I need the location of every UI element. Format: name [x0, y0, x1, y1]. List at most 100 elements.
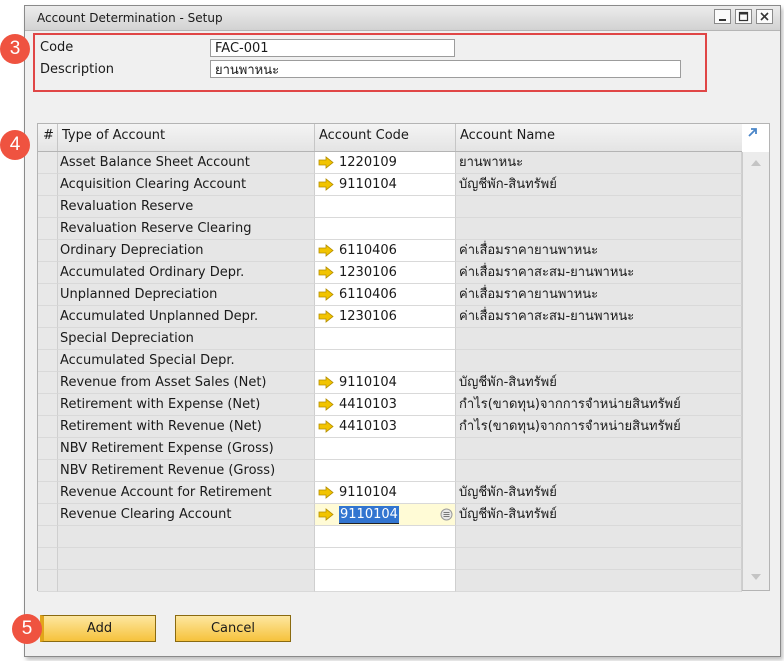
- row-number-cell[interactable]: [38, 438, 58, 460]
- type-of-account-cell: [58, 570, 315, 592]
- account-code-value[interactable]: 9110104: [339, 506, 399, 524]
- link-arrow-icon[interactable]: [318, 398, 334, 411]
- cancel-button[interactable]: Cancel: [175, 615, 291, 642]
- account-code-value: 9110104: [339, 375, 397, 390]
- type-of-account-cell: Accumulated Unplanned Depr.: [58, 306, 315, 328]
- minimize-button[interactable]: [714, 9, 731, 24]
- row-number-cell[interactable]: [38, 570, 58, 592]
- lookup-list-icon[interactable]: [440, 508, 453, 521]
- row-number-cell[interactable]: [38, 306, 58, 328]
- account-code-value: 6110406: [339, 243, 397, 258]
- table-row[interactable]: Accumulated Ordinary Depr. 1230106 ค่าเสื่…: [38, 262, 742, 284]
- column-header-number[interactable]: #: [38, 124, 58, 151]
- table-row[interactable]: Revenue Account for Retirement 9110104 บัญ…: [38, 482, 742, 504]
- callout-badge: 5: [12, 614, 42, 644]
- account-code-value: 1230106: [339, 309, 397, 324]
- table-row[interactable]: Retirement with Revenue (Net) 4410103 กำไร…: [38, 416, 742, 438]
- title-bar[interactable]: Account Determination - Setup: [25, 6, 780, 31]
- account-code-cell[interactable]: 9110104: [315, 482, 456, 504]
- row-number-cell[interactable]: [38, 460, 58, 482]
- account-code-cell[interactable]: 9110104: [315, 174, 456, 196]
- table-row[interactable]: [38, 526, 742, 548]
- account-code-cell[interactable]: 1230106: [315, 306, 456, 328]
- table-row[interactable]: Accumulated Unplanned Depr. 1230106 ค่าเสื…: [38, 306, 742, 328]
- row-number-cell[interactable]: [38, 482, 58, 504]
- account-code-cell[interactable]: 4410103: [315, 394, 456, 416]
- row-number-cell[interactable]: [38, 350, 58, 372]
- scroll-down-icon[interactable]: [750, 572, 762, 582]
- account-code-cell[interactable]: [315, 460, 456, 482]
- row-number-cell[interactable]: [38, 218, 58, 240]
- table-row[interactable]: Retirement with Expense (Net) 4410103 กำไร…: [38, 394, 742, 416]
- link-arrow-icon[interactable]: [318, 508, 334, 521]
- row-number-cell[interactable]: [38, 262, 58, 284]
- row-number-cell[interactable]: [38, 526, 58, 548]
- type-of-account-cell: Revenue from Asset Sales (Net): [58, 372, 315, 394]
- row-number-cell[interactable]: [38, 174, 58, 196]
- account-code-cell[interactable]: [315, 196, 456, 218]
- table-row[interactable]: NBV Retirement Expense (Gross): [38, 438, 742, 460]
- link-arrow-icon[interactable]: [318, 376, 334, 389]
- link-arrow-icon[interactable]: [318, 266, 334, 279]
- table-row[interactable]: [38, 570, 742, 592]
- link-arrow-icon[interactable]: [318, 420, 334, 433]
- expand-arrow-icon[interactable]: [746, 126, 759, 139]
- row-number-cell[interactable]: [38, 152, 58, 174]
- close-button[interactable]: [756, 9, 773, 24]
- account-code-cell[interactable]: [315, 526, 456, 548]
- row-number-cell[interactable]: [38, 416, 58, 438]
- link-arrow-icon[interactable]: [318, 288, 334, 301]
- description-input[interactable]: [210, 60, 681, 78]
- link-arrow-icon[interactable]: [318, 310, 334, 323]
- account-code-cell[interactable]: 4410103: [315, 416, 456, 438]
- table-row[interactable]: Accumulated Special Depr.: [38, 350, 742, 372]
- row-number-cell[interactable]: [38, 240, 58, 262]
- account-code-cell[interactable]: 1220109: [315, 152, 456, 174]
- account-code-cell[interactable]: 9110104: [315, 372, 456, 394]
- table-row[interactable]: Special Depreciation: [38, 328, 742, 350]
- account-name-cell: บัญชีพัก-สินทรัพย์: [456, 482, 742, 504]
- table-row[interactable]: NBV Retirement Revenue (Gross): [38, 460, 742, 482]
- row-number-cell[interactable]: [38, 548, 58, 570]
- table-row[interactable]: Revenue Clearing Account 9110104 บัญชีพัก-…: [38, 504, 742, 526]
- link-arrow-icon[interactable]: [318, 244, 334, 257]
- type-of-account-cell: Unplanned Depreciation: [58, 284, 315, 306]
- account-code-cell[interactable]: [315, 350, 456, 372]
- account-code-cell[interactable]: [315, 548, 456, 570]
- column-header-account-name[interactable]: Account Name: [456, 124, 742, 151]
- column-header-account-code[interactable]: Account Code: [315, 124, 456, 151]
- link-arrow-icon[interactable]: [318, 486, 334, 499]
- vertical-scrollbar[interactable]: [742, 152, 769, 590]
- code-input[interactable]: [210, 39, 455, 57]
- row-number-cell[interactable]: [38, 504, 58, 526]
- table-row[interactable]: [38, 548, 742, 570]
- link-arrow-icon[interactable]: [318, 178, 334, 191]
- account-code-cell[interactable]: [315, 438, 456, 460]
- scroll-up-icon[interactable]: [750, 158, 762, 168]
- type-of-account-cell: [58, 526, 315, 548]
- account-code-cell[interactable]: 6110406: [315, 240, 456, 262]
- row-number-cell[interactable]: [38, 196, 58, 218]
- column-header-type[interactable]: Type of Account: [58, 124, 315, 151]
- table-row[interactable]: Acquisition Clearing Account 9110104 บัญชี…: [38, 174, 742, 196]
- account-code-cell[interactable]: [315, 570, 456, 592]
- type-of-account-cell: Revaluation Reserve: [58, 196, 315, 218]
- add-button[interactable]: Add: [40, 615, 156, 642]
- account-code-cell[interactable]: [315, 328, 456, 350]
- table-row[interactable]: Ordinary Depreciation 6110406 ค่าเสื่อมราค…: [38, 240, 742, 262]
- row-number-cell[interactable]: [38, 328, 58, 350]
- account-code-cell[interactable]: 1230106: [315, 262, 456, 284]
- table-row[interactable]: Revaluation Reserve: [38, 196, 742, 218]
- table-row[interactable]: Asset Balance Sheet Account 1220109 ยานพาห…: [38, 152, 742, 174]
- account-code-cell[interactable]: [315, 218, 456, 240]
- row-number-cell[interactable]: [38, 372, 58, 394]
- table-row[interactable]: Revenue from Asset Sales (Net) 9110104 บัญ…: [38, 372, 742, 394]
- maximize-button[interactable]: [735, 9, 752, 24]
- row-number-cell[interactable]: [38, 394, 58, 416]
- link-arrow-icon[interactable]: [318, 156, 334, 169]
- account-code-cell[interactable]: 6110406: [315, 284, 456, 306]
- account-code-cell[interactable]: 9110104: [315, 504, 456, 526]
- row-number-cell[interactable]: [38, 284, 58, 306]
- table-row[interactable]: Revaluation Reserve Clearing: [38, 218, 742, 240]
- table-row[interactable]: Unplanned Depreciation 6110406 ค่าเสื่อมรา…: [38, 284, 742, 306]
